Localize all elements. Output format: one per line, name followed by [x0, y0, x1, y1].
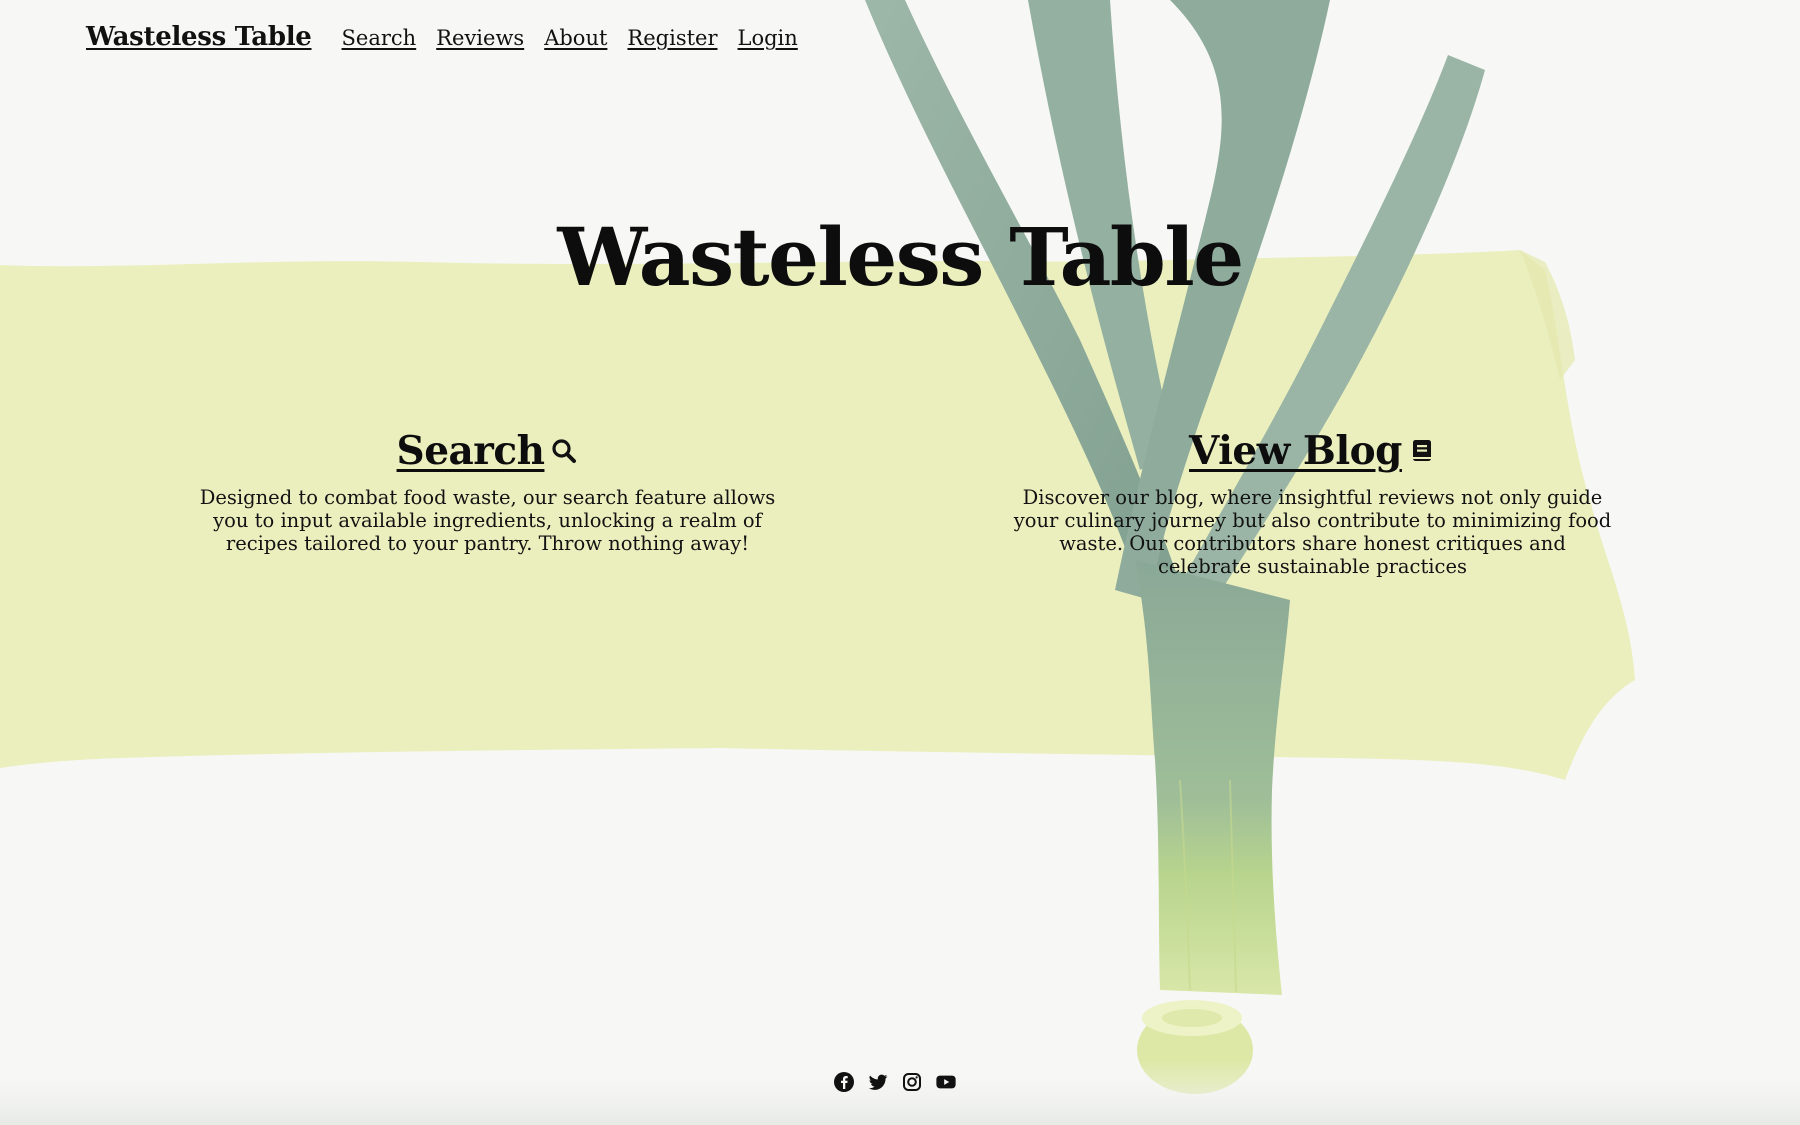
hero-title: Wasteless Table — [557, 210, 1244, 304]
search-feature-description: Designed to combat food waste, our searc… — [199, 486, 776, 555]
blog-feature-description: Discover our blog, where insightful revi… — [1013, 486, 1612, 578]
magnifier-icon — [550, 437, 578, 465]
twitter-icon[interactable] — [867, 1071, 889, 1093]
feature-search: Search Designed to combat food waste, ou… — [180, 428, 795, 555]
nav-link-search[interactable]: Search — [342, 26, 417, 50]
youtube-icon[interactable] — [935, 1071, 957, 1093]
facebook-icon[interactable] — [833, 1071, 855, 1093]
nav-link-about[interactable]: About — [544, 26, 607, 50]
view-blog-heading: View Blog — [1189, 428, 1402, 474]
nav-link-register[interactable]: Register — [627, 26, 717, 50]
view-blog-link[interactable]: View Blog — [1189, 428, 1436, 474]
leek-stalk — [1135, 560, 1290, 995]
top-navbar: Wasteless Table Search Reviews About Reg… — [86, 22, 798, 52]
nav-link-login[interactable]: Login — [738, 26, 798, 50]
search-feature-link[interactable]: Search — [397, 428, 579, 474]
book-icon — [1408, 437, 1436, 465]
feature-blog: View Blog Discover our blog, where insig… — [1010, 428, 1615, 578]
nav-link-reviews[interactable]: Reviews — [436, 26, 524, 50]
instagram-icon[interactable] — [901, 1071, 923, 1093]
social-links — [0, 1071, 1800, 1093]
brand-logo-link[interactable]: Wasteless Table — [86, 22, 312, 52]
search-feature-heading: Search — [396, 428, 545, 474]
